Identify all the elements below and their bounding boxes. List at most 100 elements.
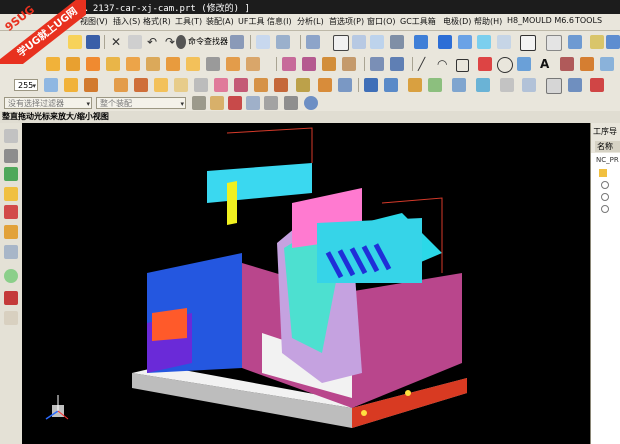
snapshot-icon[interactable] bbox=[522, 78, 536, 92]
studio-icon[interactable] bbox=[497, 35, 511, 49]
arc-icon[interactable]: ◠ bbox=[437, 57, 451, 71]
sync-icon[interactable] bbox=[338, 78, 352, 92]
sphere-select-icon[interactable] bbox=[304, 96, 318, 110]
measure-icon[interactable] bbox=[408, 78, 422, 92]
highlight-icon[interactable] bbox=[384, 78, 398, 92]
zoom-icon[interactable] bbox=[333, 35, 349, 51]
menu-window[interactable]: 窗口(O) bbox=[367, 16, 396, 27]
system-materials-icon[interactable] bbox=[4, 269, 18, 283]
scope-combo[interactable]: 整个装配 ▾ bbox=[96, 97, 186, 109]
sketch-icon[interactable] bbox=[256, 35, 270, 49]
menu-gc-toolbox[interactable]: GC工具箱 bbox=[400, 16, 436, 27]
expand-icon[interactable] bbox=[601, 205, 609, 213]
edit-object-icon[interactable] bbox=[44, 78, 58, 92]
project-curve-icon[interactable] bbox=[322, 57, 336, 71]
window-icon[interactable] bbox=[230, 35, 244, 49]
command-finder-label[interactable]: 命令查找器 bbox=[188, 36, 228, 47]
model-view[interactable] bbox=[22, 123, 590, 444]
bridge-icon[interactable] bbox=[342, 57, 356, 71]
rectangle-icon[interactable] bbox=[456, 59, 469, 72]
menu-uf-tools[interactable]: UF工具 bbox=[238, 16, 264, 27]
blend-icon[interactable] bbox=[174, 78, 188, 92]
save-icon[interactable] bbox=[86, 35, 100, 49]
section-icon[interactable] bbox=[476, 78, 490, 92]
menu-help[interactable]: 帮助(H) bbox=[474, 16, 502, 27]
clip-icon[interactable] bbox=[500, 78, 514, 92]
cut-icon[interactable]: ✕ bbox=[109, 35, 123, 49]
snap-icon[interactable] bbox=[390, 57, 404, 71]
end-point-icon[interactable] bbox=[228, 96, 242, 110]
spline-icon[interactable] bbox=[517, 57, 531, 71]
boss-icon[interactable] bbox=[186, 57, 200, 71]
point-icon[interactable] bbox=[560, 57, 574, 71]
layer-icon[interactable] bbox=[546, 35, 562, 51]
export-icon[interactable] bbox=[568, 78, 582, 92]
menu-information[interactable]: 信息(I) bbox=[267, 16, 292, 27]
menu-preferences[interactable]: 首选项(P) bbox=[329, 16, 364, 27]
command-finder-icon[interactable] bbox=[176, 35, 186, 49]
graphics-window[interactable] bbox=[22, 123, 590, 444]
menu-format[interactable]: 格式(R) bbox=[143, 16, 171, 27]
move-icon[interactable] bbox=[84, 78, 98, 92]
tree-root[interactable]: NC_PR bbox=[596, 156, 619, 164]
fit-view-icon[interactable] bbox=[306, 35, 320, 49]
analysis-icon[interactable] bbox=[452, 78, 466, 92]
text-icon[interactable]: A bbox=[540, 57, 554, 71]
shell-icon[interactable] bbox=[234, 78, 248, 92]
line-icon[interactable]: ╱ bbox=[418, 57, 432, 71]
menu-tools-en[interactable]: TOOLS bbox=[575, 16, 602, 25]
filter-icon[interactable] bbox=[192, 96, 206, 110]
menu-assembly[interactable]: 装配(A) bbox=[206, 16, 234, 27]
zoom-combo[interactable]: 255 ▾ bbox=[14, 79, 38, 91]
constraint-navigator-icon[interactable] bbox=[4, 149, 18, 163]
intersect-icon[interactable] bbox=[246, 57, 260, 71]
rotate-icon[interactable] bbox=[370, 35, 384, 49]
history-icon[interactable] bbox=[4, 245, 18, 259]
center-point-icon[interactable] bbox=[264, 96, 278, 110]
view-cube-icon[interactable] bbox=[414, 35, 428, 49]
wireframe-icon[interactable] bbox=[477, 35, 491, 49]
undo-icon[interactable]: ↶ bbox=[147, 35, 161, 49]
extrude-icon[interactable] bbox=[126, 57, 140, 71]
selection-mode-icon[interactable] bbox=[364, 78, 378, 92]
work-layer-icon[interactable] bbox=[568, 35, 582, 49]
roles-icon[interactable] bbox=[4, 311, 18, 325]
select-icon[interactable] bbox=[370, 57, 384, 71]
mirror-icon[interactable] bbox=[134, 78, 148, 92]
trim-icon[interactable] bbox=[254, 78, 268, 92]
offset-curve-icon[interactable] bbox=[302, 57, 316, 71]
assembly-navigator-icon[interactable] bbox=[4, 129, 18, 143]
cylinder-icon[interactable] bbox=[66, 57, 80, 71]
name-column-header[interactable]: 名称 bbox=[595, 141, 620, 152]
block-icon[interactable] bbox=[46, 57, 60, 71]
expand-icon[interactable] bbox=[601, 193, 609, 201]
replace-face-icon[interactable] bbox=[318, 78, 332, 92]
part-navigator-icon[interactable] bbox=[4, 167, 18, 181]
reuse-library-icon[interactable] bbox=[4, 187, 18, 201]
background-icon[interactable] bbox=[520, 35, 536, 51]
curve-icon[interactable] bbox=[282, 57, 296, 71]
close-part-icon[interactable] bbox=[590, 78, 604, 92]
more-icon[interactable] bbox=[606, 35, 620, 49]
paste-icon[interactable] bbox=[128, 35, 142, 49]
transform-icon[interactable] bbox=[114, 78, 128, 92]
expand-icon[interactable] bbox=[601, 181, 609, 189]
orient-icon[interactable] bbox=[390, 35, 404, 49]
menu-h8-mould[interactable]: H8_MOULD M6.6 bbox=[507, 16, 574, 25]
type-filter-combo[interactable]: 没有选择过滤器 ▾ bbox=[4, 97, 92, 109]
navigator-tree[interactable]: NC_PR bbox=[591, 153, 620, 444]
menu-electrode[interactable]: 电极(D) bbox=[443, 16, 471, 27]
pattern-icon[interactable] bbox=[154, 78, 168, 92]
web-browser-icon[interactable] bbox=[4, 225, 18, 239]
snap-point-icon[interactable] bbox=[210, 96, 224, 110]
menu-tools[interactable]: 工具(T) bbox=[175, 16, 202, 27]
polygon-icon[interactable] bbox=[478, 57, 492, 71]
subtract-icon[interactable] bbox=[226, 57, 240, 71]
plane-icon[interactable] bbox=[600, 57, 614, 71]
circle-icon[interactable] bbox=[497, 57, 513, 73]
offset-face-icon[interactable] bbox=[296, 78, 310, 92]
hole-icon[interactable] bbox=[166, 57, 180, 71]
sew-icon[interactable] bbox=[274, 78, 288, 92]
hd3d-icon[interactable] bbox=[4, 205, 18, 219]
menu-insert[interactable]: 插入(S) bbox=[113, 16, 140, 27]
